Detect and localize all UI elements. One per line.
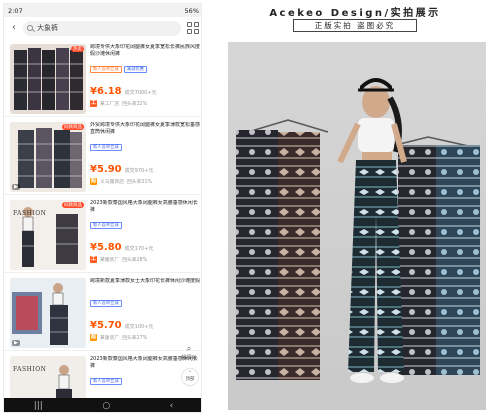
system-nav-bar: ||| ○ ‹	[4, 398, 201, 412]
product-thumbnail[interactable]: FASHION 同款商品	[10, 200, 86, 270]
product-price: ¥6.18	[90, 86, 122, 97]
back-chevron-icon[interactable]: ‹	[8, 22, 20, 34]
promo-tag: 新人首单立减	[90, 222, 122, 229]
search-bar: ‹ 大象裤	[4, 17, 201, 39]
list-item[interactable]: 同款商品 ▶ 外贸跨境专供大象印花阔腿裤女夏季薄款宽松垂感直筒休闲裤 新人首单立…	[4, 118, 201, 195]
shop-name[interactable]: 某工厂店	[100, 100, 119, 107]
sold-count: 成交970+元	[124, 168, 154, 174]
shop-badge-icon: 超	[90, 178, 97, 185]
search-icon	[27, 25, 33, 31]
list-item[interactable]: 热卖 跨境专供大象印花阔腿裤女夏季宽松长裤民族风度假沙滩休闲裤 新人首单立减 满…	[4, 40, 201, 117]
product-info: 2023新款泰国风格大象阔腿裤女高腰垂感休闲长裤 新人首单立减 ¥5.80 成交…	[90, 200, 200, 272]
shop-name[interactable]: 某服装厂	[100, 256, 119, 263]
promo-tag: 满减优惠	[123, 66, 147, 73]
shop-name[interactable]: 某童装厂	[100, 334, 119, 341]
product-title[interactable]: 外贸跨境专供大象印花阔腿裤女夏季薄款宽松垂感直筒休闲裤	[90, 122, 200, 143]
similar-icon: ⌕	[186, 344, 192, 353]
promo-tag: 新人首单立减	[90, 66, 122, 73]
promo-tag: 新人首单立减	[90, 300, 122, 307]
product-info: 跨境新款夏季薄款女士大象印花长裤休闲沙滩度假 新人首单立减 ¥5.70 成交10…	[90, 278, 200, 350]
sold-count: 成交170+元	[124, 246, 154, 252]
promo-tag: 新人首单立减	[90, 378, 122, 385]
status-time: 2:07	[8, 6, 23, 15]
product-list: 热卖 跨境专供大象印花阔腿裤女夏季宽松长裤民族风度假沙滩休闲裤 新人首单立减 满…	[4, 40, 201, 398]
back-to-top-label: 顶部	[185, 377, 195, 382]
product-thumbnail[interactable]: 热卖	[10, 44, 86, 114]
product-info: 跨境专供大象印花阔腿裤女夏季宽松长裤民族风度假沙滩休闲裤 新人首单立减 满减优惠…	[90, 44, 200, 116]
back-to-top-button[interactable]: ⌃ 顶部	[182, 369, 198, 385]
menu-icon[interactable]: |||	[34, 398, 43, 412]
shop-badge-icon: 工	[90, 256, 97, 263]
promo-tag: 新人首单立减	[90, 144, 122, 151]
brand-title: Acekeo Design/实拍展示	[269, 8, 441, 19]
shop-badge-icon: 工	[90, 100, 97, 107]
repurchase-rate: 回头率27%	[122, 336, 148, 341]
authentic-photo-tag: 正版实拍 盗图必究	[293, 19, 417, 32]
product-thumbnail[interactable]: 同款商品 ▶	[10, 122, 86, 192]
product-price: ¥5.80	[90, 242, 122, 253]
phone-screen: 2:07 56% ‹ 大象裤 热卖 跨境专供大象印花阔腿裤女夏季宽松长裤民族风度…	[3, 3, 202, 413]
sold-count: 成交100+元	[124, 324, 154, 330]
home-icon[interactable]: ○	[102, 398, 110, 412]
status-battery: 56%	[184, 6, 199, 15]
video-play-icon: ▶	[12, 184, 20, 190]
shop-badge-icon: 超	[90, 334, 97, 341]
search-query: 大象裤	[37, 24, 58, 32]
list-item[interactable]: FASHION 同款商品 2023新款泰国风格大象阔腿裤女高腰垂感休闲长裤 新人…	[4, 196, 201, 273]
video-play-icon: ▶	[12, 340, 20, 346]
same-style-badge: 同款商品	[62, 202, 84, 208]
product-info: 外贸跨境专供大象印花阔腿裤女夏季薄款宽松垂感直筒休闲裤 新人首单立减 ¥5.90…	[90, 122, 200, 194]
repurchase-rate: 回头率28%	[122, 258, 148, 263]
list-item[interactable]: FASHION 2023新款泰国风格大象阔腿裤女高腰垂感休闲长裤 新人首单立减	[4, 352, 201, 398]
hot-badge: 热卖	[71, 46, 84, 52]
repurchase-rate: 回头率31%	[127, 180, 153, 185]
product-title[interactable]: 跨境新款夏季薄款女士大象印花长裤休闲沙滩度假	[90, 278, 200, 299]
grid-layout-icon[interactable]	[187, 22, 199, 34]
product-thumbnail[interactable]: ▶	[10, 278, 86, 348]
product-photo	[228, 42, 486, 410]
find-similar-button[interactable]: ⌕ 找相似	[180, 344, 198, 361]
product-thumbnail[interactable]: FASHION	[10, 356, 86, 398]
promo-panel: Acekeo Design/实拍展示 正版实拍 盗图必究	[222, 2, 488, 414]
find-similar-label: 找相似	[181, 355, 197, 361]
back-icon[interactable]: ‹	[170, 398, 174, 412]
sold-count: 成交7000+元	[124, 90, 157, 96]
list-item[interactable]: ▶ 跨境新款夏季薄款女士大象印花长裤休闲沙滩度假 新人首单立减 ¥5.70 成交…	[4, 274, 201, 351]
screenshot-root: 2:07 56% ‹ 大象裤 热卖 跨境专供大象印花阔腿裤女夏季宽松长裤民族风度…	[0, 0, 491, 416]
product-price: ¥5.70	[90, 320, 122, 331]
search-input[interactable]: 大象裤	[23, 20, 181, 36]
product-price: ¥5.90	[90, 164, 122, 175]
same-style-badge: 同款商品	[62, 124, 84, 130]
status-bar: 2:07 56%	[4, 4, 201, 17]
fashion-watermark: FASHION	[13, 366, 47, 373]
product-title[interactable]: 2023新款泰国风格大象阔腿裤女高腰垂感休闲长裤	[90, 200, 200, 221]
product-title[interactable]: 跨境专供大象印花阔腿裤女夏季宽松长裤民族风度假沙滩休闲裤	[90, 44, 200, 65]
repurchase-rate: 回头率32%	[122, 102, 148, 107]
fashion-watermark: FASHION	[13, 210, 47, 217]
shop-name[interactable]: 义乌服饰店	[100, 178, 124, 185]
